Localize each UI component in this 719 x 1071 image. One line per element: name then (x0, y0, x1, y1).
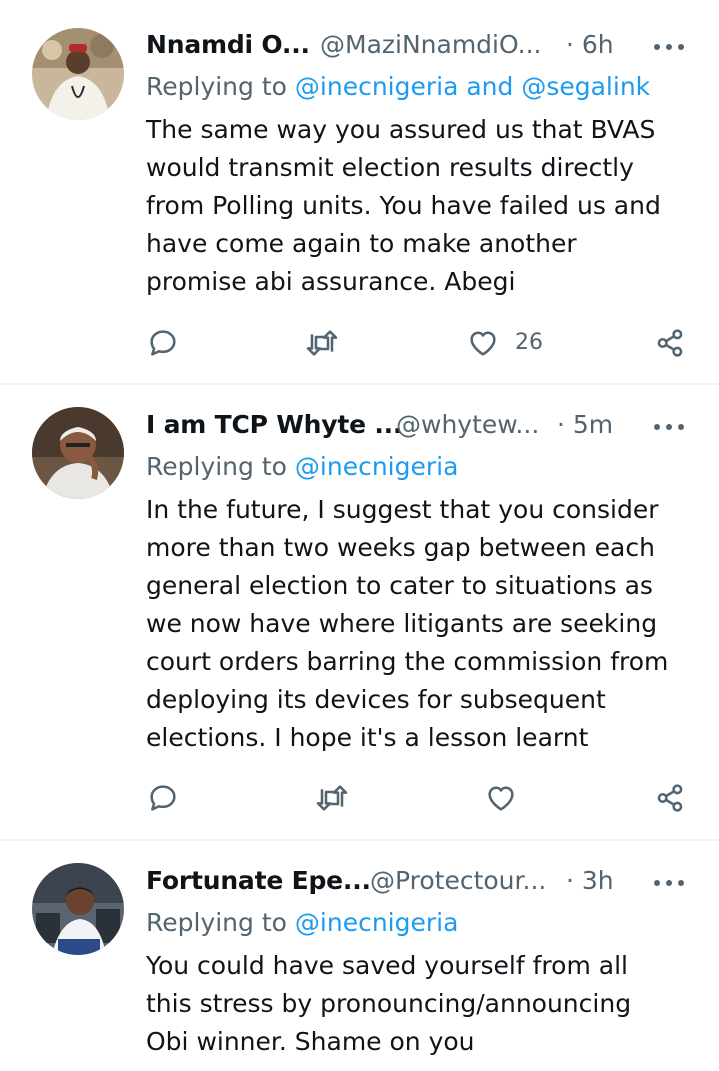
display-name[interactable]: Fortunate Epe... (146, 866, 371, 895)
avatar[interactable] (32, 863, 124, 955)
user-handle[interactable]: @Protectour... (370, 866, 546, 895)
tweet-1[interactable]: Nnamdi O... @MaziNnamdiO... · 6h Replyin… (0, 0, 719, 384)
like-count: 26 (515, 330, 543, 355)
reply-icon (150, 330, 176, 356)
retweet-icon (316, 785, 348, 811)
reply-button[interactable] (147, 323, 187, 363)
action-bar (0, 778, 719, 818)
replying-to: Replying to @inecnigeria (146, 908, 458, 937)
action-bar: 26 (0, 323, 719, 363)
display-name[interactable]: I am TCP Whyte ... (146, 410, 402, 439)
share-button[interactable] (654, 323, 690, 363)
like-button[interactable]: 26 (467, 323, 567, 363)
replying-prefix: Replying to (146, 452, 287, 481)
timestamp[interactable]: · 6h (566, 30, 614, 59)
tweet-text: The same way you assured us that BVAS wo… (146, 115, 661, 296)
timestamp[interactable]: · 5m (557, 410, 613, 439)
reply-mentions[interactable]: @inecnigeria (295, 908, 459, 937)
share-button[interactable] (654, 778, 690, 818)
share-icon (657, 784, 683, 812)
replying-prefix: Replying to (146, 908, 287, 937)
heart-icon (470, 331, 496, 356)
retweet-button[interactable] (304, 323, 344, 363)
user-handle[interactable]: @whytew... (396, 410, 539, 439)
share-icon (657, 329, 683, 357)
reply-button[interactable] (147, 778, 187, 818)
display-name[interactable]: Nnamdi O... (146, 30, 310, 59)
more-icon[interactable] (654, 878, 686, 888)
retweet-icon (306, 330, 338, 356)
avatar[interactable] (32, 407, 124, 499)
replying-to: Replying to @inecnigeria (146, 452, 458, 481)
timestamp[interactable]: · 3h (566, 866, 614, 895)
replying-prefix: Replying to (146, 72, 287, 101)
reply-mentions[interactable]: @inecnigeria (295, 452, 459, 481)
heart-icon (488, 786, 514, 811)
replying-to: Replying to @inecnigeria and @segalink (146, 72, 650, 101)
retweet-button[interactable] (314, 778, 354, 818)
reply-mentions[interactable]: @inecnigeria and @segalink (295, 72, 650, 101)
avatar[interactable] (32, 28, 124, 120)
more-icon[interactable] (654, 422, 686, 432)
reply-icon (150, 785, 176, 811)
tweet-3[interactable]: Fortunate Epe... @Protectour... · 3h Rep… (0, 841, 719, 1071)
like-button[interactable] (485, 778, 525, 818)
tweet-text: You could have saved yourself from all t… (146, 951, 632, 1056)
tweet-2[interactable]: I am TCP Whyte ... @whytew... · 5m Reply… (0, 385, 719, 840)
more-icon[interactable] (654, 42, 686, 52)
tweet-text: In the future, I suggest that you consid… (146, 495, 669, 752)
user-handle[interactable]: @MaziNnamdiO... (320, 30, 542, 59)
